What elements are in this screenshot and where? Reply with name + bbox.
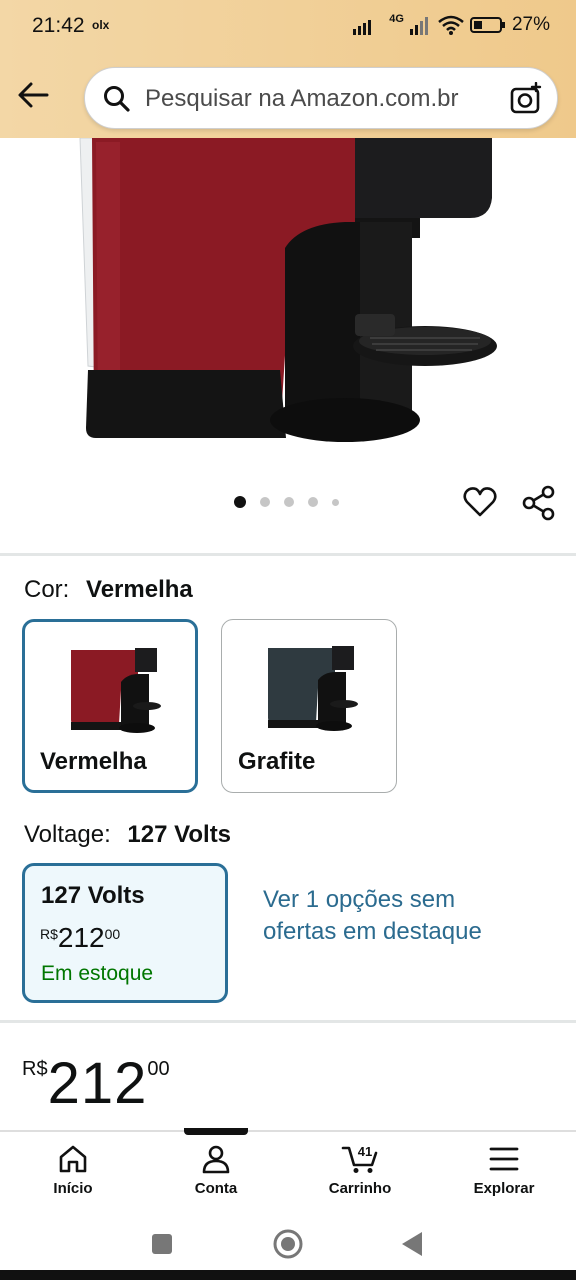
screen-bottom-edge — [0, 1270, 576, 1280]
price-whole: 212 — [47, 1051, 148, 1116]
share-icon[interactable] — [520, 484, 558, 522]
search-icon — [104, 86, 130, 112]
search-input[interactable]: Pesquisar na Amazon.com.br — [84, 67, 558, 129]
color-option-label: Vermelha — [40, 748, 147, 775]
top-header: 21:42 olx 4G 27% Pesquisar na Amazon.com… — [0, 0, 576, 138]
gallery-pagination — [234, 496, 339, 508]
red-machine-thumbnail — [71, 648, 161, 733]
more-options-link[interactable]: Ver 1 opções sem ofertas em destaque — [263, 884, 503, 948]
battery-percent: 27% — [511, 14, 550, 35]
gallery-dot[interactable] — [260, 497, 270, 507]
section-divider — [0, 553, 576, 556]
bottom-navigation: Início Conta 41 Carrinho Explorar — [0, 1130, 576, 1214]
search-placeholder: Pesquisar na Amazon.com.br — [145, 85, 459, 112]
color-selector-label: Cor: Vermelha — [24, 576, 193, 604]
color-selected-value: Vermelha — [86, 576, 193, 603]
gallery-dot[interactable] — [332, 498, 339, 506]
signal-icon — [353, 20, 372, 35]
price-currency: R$ — [22, 1058, 48, 1080]
gallery-dot[interactable] — [234, 496, 246, 508]
nav-label: Início — [53, 1180, 93, 1197]
nav-item-conta[interactable]: Conta — [161, 1144, 271, 1197]
system-navigation-bar — [0, 1214, 576, 1270]
status-icons: 4G 27% — [353, 13, 550, 36]
status-bar: 21:42 olx 4G 27% — [0, 0, 576, 52]
olx-notification-icon: olx — [92, 18, 110, 32]
home-icon — [59, 1145, 87, 1173]
nav-item-carrinho[interactable]: 41 Carrinho — [305, 1144, 415, 1197]
price-currency: R$ — [40, 926, 58, 942]
nav-label: Carrinho — [328, 1180, 392, 1197]
arrow-left-icon — [18, 82, 49, 108]
wifi-icon — [438, 15, 464, 35]
nav-item-inicio[interactable]: Início — [18, 1144, 128, 1197]
menu-icon — [489, 1147, 519, 1171]
price-cents: 00 — [104, 926, 121, 942]
voltage-option-price: R$21200 — [40, 922, 120, 954]
voltage-label: Voltage: — [24, 821, 111, 848]
nav-item-explorar[interactable]: Explorar — [449, 1144, 559, 1197]
recents-icon[interactable] — [150, 1232, 174, 1256]
home-button-icon[interactable] — [272, 1228, 304, 1260]
graphite-machine-thumbnail — [268, 646, 358, 731]
cart-count-badge: 41 — [357, 1144, 373, 1159]
price-cents: 00 — [147, 1058, 170, 1080]
gallery-dot[interactable] — [308, 497, 318, 507]
back-nav-icon[interactable] — [400, 1231, 424, 1257]
voltage-option-title: 127 Volts — [41, 882, 145, 909]
product-price: R$21200 — [22, 1050, 170, 1117]
network-type: 4G — [389, 13, 404, 25]
color-option-label: Grafite — [238, 748, 316, 775]
active-tab-indicator — [184, 1128, 248, 1135]
nav-label: Conta — [194, 1180, 238, 1197]
color-option-grafite[interactable]: Grafite — [221, 619, 397, 793]
account-icon — [202, 1145, 230, 1174]
gallery-dot[interactable] — [284, 497, 294, 507]
signal-icon-2 — [409, 17, 428, 35]
stock-status: Em estoque — [41, 962, 154, 985]
coffee-machine-image — [79, 138, 497, 442]
color-option-vermelha[interactable]: Vermelha — [22, 619, 198, 793]
camera-icon[interactable] — [509, 82, 543, 116]
heart-icon[interactable] — [462, 484, 498, 520]
price-whole: 212 — [57, 922, 105, 953]
voltage-option-127v[interactable]: 127 Volts R$21200 Em estoque — [22, 863, 228, 1003]
back-button[interactable] — [14, 78, 52, 112]
status-time: 21:42 — [32, 14, 85, 37]
nav-label: Explorar — [473, 1180, 535, 1197]
voltage-selector-label: Voltage: 127 Volts — [24, 821, 231, 849]
battery-icon — [469, 17, 505, 33]
color-label: Cor: — [24, 576, 70, 603]
section-divider — [0, 1020, 576, 1023]
voltage-selected-value: 127 Volts — [127, 821, 232, 848]
product-image[interactable] — [0, 138, 576, 468]
